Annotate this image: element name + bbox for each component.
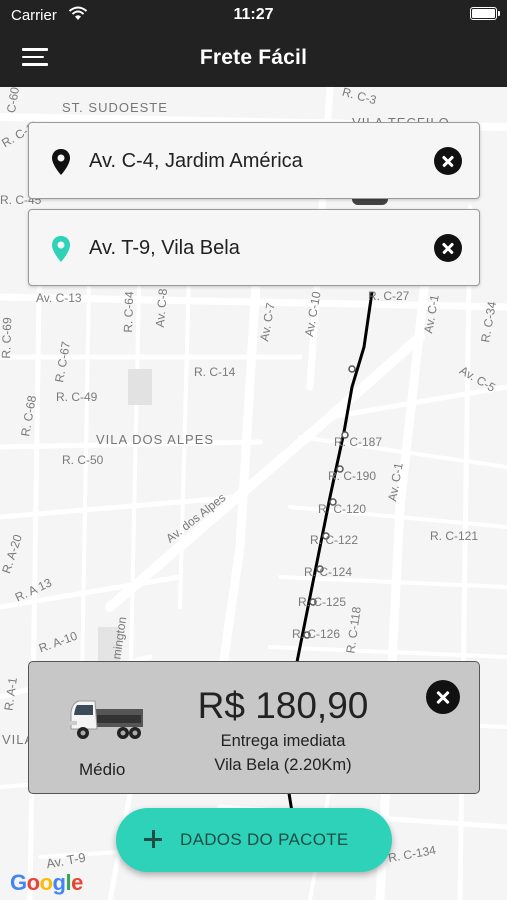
vehicle-size-label: Médio [79, 760, 126, 779]
truck-icon [69, 700, 143, 739]
map-label: Av. C-13 [36, 291, 82, 305]
battery-icon [470, 7, 500, 20]
map-label: R. C-49 [56, 390, 98, 404]
map-label: R. C-190 [328, 469, 377, 483]
map-pin-icon [52, 236, 70, 262]
delivery-destination: Vila Bela (2.20Km) [214, 756, 352, 774]
map-label: R. C-69 [0, 317, 15, 359]
status-bar: Carrier 11:27 [0, 0, 507, 30]
map-label: R. C-126 [292, 627, 341, 641]
map-pin-icon [52, 149, 70, 175]
map-label: R. C-121 [430, 529, 479, 543]
clear-destination-button[interactable] [434, 234, 462, 262]
clear-origin-button[interactable] [434, 147, 462, 175]
package-data-label: DADOS DO PACOTE [180, 830, 349, 849]
package-data-button[interactable]: DADOS DO PACOTE [116, 808, 392, 872]
map-label: R. C-120 [318, 502, 367, 516]
origin-address-text: Av. C-4, Jardim América [89, 150, 303, 172]
map-label: R. C-14 [194, 365, 236, 379]
map-label: R. C-50 [62, 453, 104, 467]
plus-icon [144, 830, 162, 848]
destination-address-field[interactable]: Av. T-9, Vila Bela [28, 209, 480, 286]
map-label: R. C-124 [304, 565, 353, 579]
origin-address-field[interactable]: Av. C-4, Jardim América [28, 122, 480, 199]
freight-quote-card: Médio R$ 180,90 Entrega imediata Vila Be… [28, 661, 480, 794]
google-logo: Google [10, 870, 83, 895]
freight-price: R$ 180,90 [197, 685, 369, 726]
map-label: ST. SUDOESTE [62, 100, 168, 115]
map-label: R. C-122 [310, 533, 359, 547]
destination-address-text: Av. T-9, Vila Bela [89, 237, 240, 259]
page-title: Frete Fácil [199, 46, 308, 69]
map-label: R. C-64 [120, 291, 137, 333]
map-label: R. C-187 [334, 435, 383, 449]
delivery-type: Entrega imediata [220, 732, 346, 750]
top-bar: Carrier 11:27 Frete Fácil [0, 0, 507, 87]
map-label: VILA DOS ALPES [96, 432, 215, 447]
status-time: 11:27 [233, 6, 274, 23]
map-label: R. C-27 [368, 289, 410, 303]
close-quote-button[interactable] [426, 680, 460, 714]
map-label: R. C-125 [298, 595, 347, 609]
